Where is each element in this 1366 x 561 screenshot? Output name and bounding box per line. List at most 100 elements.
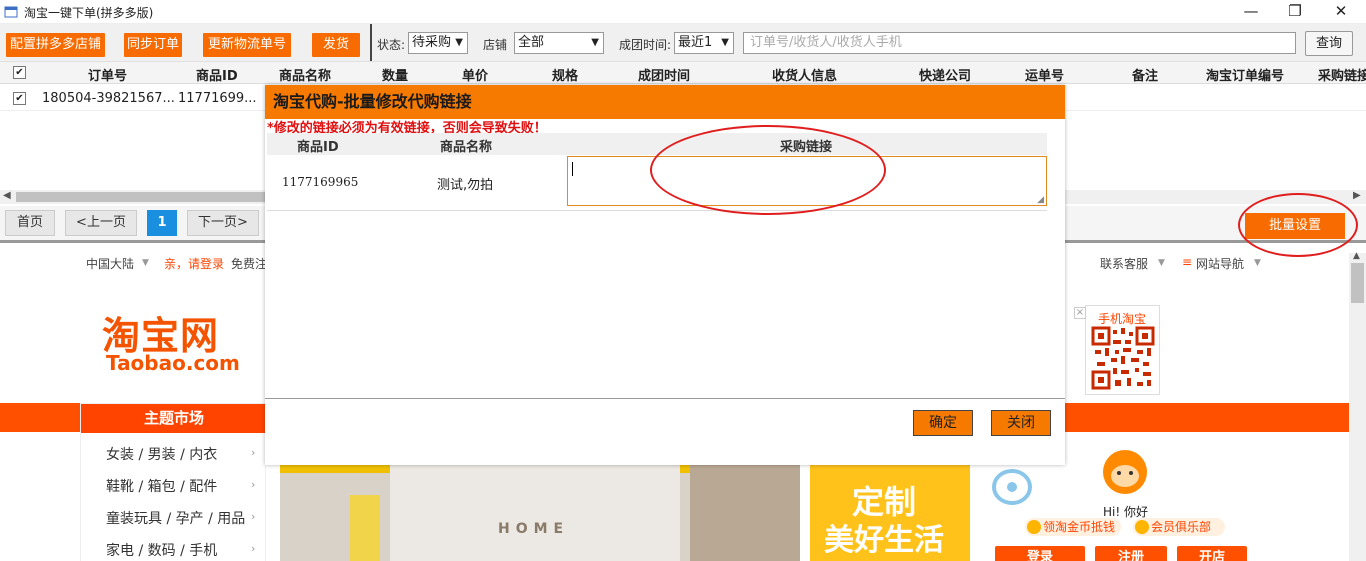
club-link[interactable]: 会员俱乐部	[1133, 518, 1225, 536]
row-order-no: 180504-39821567...	[42, 91, 175, 106]
mobile-taobao-label: 手机淘宝	[1098, 312, 1147, 326]
customer-service-link[interactable]: 联系客服	[1100, 255, 1148, 272]
col-spec[interactable]: 规格	[552, 65, 578, 84]
col-receiver[interactable]: 收货人信息	[772, 65, 837, 84]
chevron-down-icon: ▼	[721, 37, 729, 48]
col-product-name[interactable]: 商品名称	[279, 65, 331, 84]
time-label: 成团时间:	[619, 38, 672, 52]
club-text: 会员俱乐部	[1151, 520, 1212, 534]
guitar-image	[690, 465, 800, 561]
category-menu: 主题市场 女装 / 男装 / 内衣 › 鞋靴 / 箱包 / 配件 › 童装玩具 …	[80, 403, 267, 561]
col-product-id[interactable]: 商品ID	[196, 65, 238, 84]
row-product-id: 1177169965	[282, 175, 359, 189]
ship-button[interactable]: 发货	[312, 33, 360, 57]
prev-page-button[interactable]: <上一页	[65, 210, 137, 236]
category-title: 主题市场	[81, 404, 267, 433]
col-taobao-order[interactable]: 淘宝订单编号	[1206, 65, 1284, 84]
scroll-up-icon[interactable]: ▲	[1353, 251, 1360, 261]
search-input[interactable]: 订单号/收货人/收货人手机	[743, 32, 1296, 54]
chevron-down-icon: ▼	[591, 37, 599, 48]
banner-text: HOME	[498, 521, 570, 537]
next-page-button[interactable]: 下一页>	[187, 210, 259, 236]
app-icon	[4, 6, 18, 18]
col-purchase-link[interactable]: 采购链接	[1318, 65, 1366, 84]
chevron-right-icon: ›	[251, 478, 256, 491]
home-banner[interactable]: HOME	[280, 465, 800, 561]
row-product-id: 11771699...	[178, 91, 257, 106]
link-table-header: 商品ID 商品名称 采购链接	[267, 133, 1047, 155]
shop-select[interactable]: 全部 ▼	[514, 32, 604, 54]
mobile-taobao-box[interactable]: × 手机淘宝	[1074, 305, 1160, 395]
close-window-button[interactable]: ✕	[1318, 0, 1364, 24]
time-select[interactable]: 最近1 ▼	[674, 32, 734, 54]
text-caret	[572, 162, 573, 176]
title-bar: 淘宝一键下单(拼多多版) — ❐ ✕	[0, 0, 1366, 24]
sync-orders-button[interactable]: 同步订单	[124, 33, 182, 57]
col-courier[interactable]: 快递公司	[919, 65, 971, 84]
menu-icon: ≡	[1182, 255, 1193, 269]
status-value: 待采购	[412, 35, 452, 50]
shelf-image	[350, 495, 380, 561]
col-tracking-no[interactable]: 运单号	[1025, 65, 1064, 84]
ok-button[interactable]: 确定	[913, 410, 973, 436]
dialog-close-button[interactable]: 关闭	[991, 410, 1051, 436]
query-button[interactable]: 查询	[1305, 31, 1353, 56]
toolbar: 配置拼多多店铺 同步订单 更新物流单号 发货 状态: 待采购 ▼ 店铺 全部 ▼ 成…	[0, 24, 1366, 62]
region-selector[interactable]: 中国大陆	[86, 255, 134, 272]
scrollbar-thumb[interactable]	[16, 192, 266, 202]
status-select[interactable]: 待采购 ▼	[408, 32, 468, 54]
avatar[interactable]	[1100, 448, 1150, 500]
coin-text: 领淘金币抵钱	[1043, 520, 1116, 534]
login-button[interactable]: 登录	[995, 546, 1085, 561]
current-page[interactable]: 1	[147, 210, 177, 236]
chevron-down-icon: ▼	[142, 258, 149, 268]
minimize-button[interactable]: —	[1228, 0, 1274, 24]
scroll-right-icon[interactable]: ▶	[1353, 190, 1361, 201]
custom-life-banner[interactable]: 定制 美好生活	[810, 465, 970, 561]
open-shop-button[interactable]: 开店	[1177, 546, 1247, 561]
status-label: 状态:	[377, 38, 406, 52]
qr-code-icon	[1091, 326, 1155, 390]
category-item[interactable]: 童装玩具 / 孕产 / 用品	[106, 508, 245, 528]
chevron-down-icon: ▼	[455, 37, 463, 48]
row-product-name: 测试,勿拍	[437, 178, 494, 193]
chevron-down-icon: ▼	[1254, 258, 1261, 268]
col-product-id: 商品ID	[297, 140, 339, 155]
category-item[interactable]: 鞋靴 / 箱包 / 配件	[106, 476, 217, 496]
shop-label: 店铺	[483, 38, 508, 52]
category-item[interactable]: 女装 / 男装 / 内衣	[106, 444, 217, 464]
toolbar-separator	[370, 24, 372, 61]
register-link[interactable]: 免费注	[231, 255, 267, 272]
col-order-no[interactable]: 订单号	[88, 65, 127, 84]
banner2-line2: 美好生活	[824, 523, 944, 558]
annotation-ellipse	[1238, 193, 1358, 257]
col-group-time[interactable]: 成团时间	[638, 65, 690, 84]
shop-value: 全部	[518, 35, 545, 50]
maximize-button[interactable]: ❐	[1272, 0, 1318, 24]
scroll-left-icon[interactable]: ◀	[3, 190, 11, 201]
select-all-checkbox[interactable]: ✔	[13, 66, 26, 79]
site-nav-link[interactable]: 网站导航	[1196, 255, 1244, 272]
batch-link-dialog: 淘宝代购-批量修改代购链接 *修改的链接必须为有效链接，否则会导致失败！ 商品I…	[265, 85, 1065, 465]
vertical-scrollbar[interactable]: ▲	[1349, 251, 1366, 561]
chevron-right-icon: ›	[251, 446, 256, 459]
login-link[interactable]: 亲，请登录	[164, 255, 224, 272]
grid-header: ✔ 订单号 商品ID 商品名称 数量 单价 规格 成团时间 收货人信息 快递公司…	[0, 62, 1366, 84]
first-page-button[interactable]: 首页	[5, 210, 55, 236]
dialog-title: 淘宝代购-批量修改代购链接	[265, 85, 1065, 119]
col-price[interactable]: 单价	[462, 65, 488, 84]
update-tracking-button[interactable]: 更新物流单号	[203, 33, 291, 57]
scrollbar-thumb[interactable]	[1351, 263, 1364, 303]
chevron-down-icon: ▼	[1158, 258, 1165, 268]
config-shop-button[interactable]: 配置拼多多店铺	[6, 33, 105, 57]
close-icon[interactable]: ×	[1074, 307, 1086, 319]
coin-link[interactable]: 领淘金币抵钱	[1025, 518, 1121, 536]
row-checkbox[interactable]: ✔	[13, 92, 26, 105]
category-item[interactable]: 家电 / 数码 / 手机	[106, 540, 217, 560]
chevron-right-icon: ›	[251, 542, 256, 555]
col-remark[interactable]: 备注	[1132, 65, 1158, 84]
register-button[interactable]: 注册	[1095, 546, 1167, 561]
col-quantity[interactable]: 数量	[382, 65, 408, 84]
taobao-logo-en: Taobao.com	[106, 351, 240, 375]
resize-handle-icon[interactable]: ◢	[1037, 195, 1044, 205]
